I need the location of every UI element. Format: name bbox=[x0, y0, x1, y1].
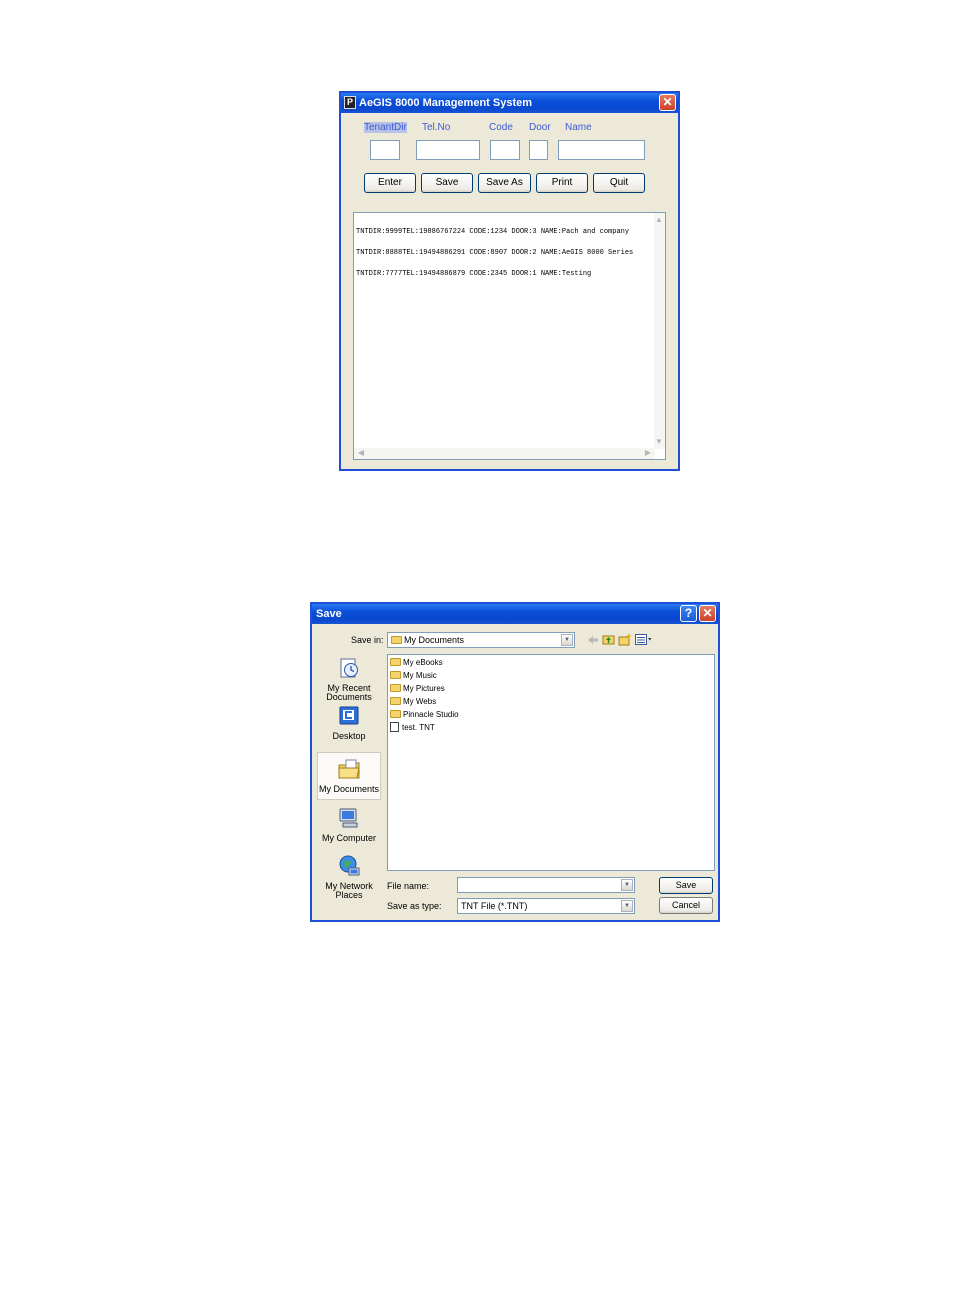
places-item-my-documents[interactable]: My Documents bbox=[317, 752, 381, 800]
save-as-type-label: Save as type: bbox=[387, 901, 442, 911]
tenant-dir-input[interactable] bbox=[370, 140, 400, 160]
list-item-label: My Webs bbox=[403, 697, 437, 706]
door-input[interactable] bbox=[529, 140, 548, 160]
list-item[interactable]: My Webs bbox=[390, 696, 436, 708]
name-label: Name bbox=[565, 122, 592, 133]
chevron-down-icon[interactable]: ▼ bbox=[561, 634, 573, 646]
back-arrow-icon[interactable] bbox=[587, 634, 599, 646]
main-window-title: AeGIS 8000 Management System bbox=[359, 97, 533, 109]
places-label: Desktop bbox=[332, 731, 366, 741]
scroll-up-icon[interactable]: ▲ bbox=[654, 215, 664, 225]
save-as-type-value: TNT File (*.TNT) bbox=[461, 901, 528, 911]
list-item[interactable]: My Pictures bbox=[390, 683, 445, 695]
file-list[interactable]: My eBooks My Music My Pictures My Webs P… bbox=[387, 654, 715, 871]
scroll-left-icon[interactable]: ◀ bbox=[356, 448, 366, 458]
dialog-cancel-button[interactable]: Cancel bbox=[659, 897, 713, 914]
code-label: Code bbox=[489, 122, 513, 133]
places-item-desktop[interactable]: Desktop bbox=[317, 704, 381, 741]
chevron-down-icon[interactable]: ▼ bbox=[621, 879, 633, 891]
save-in-dropdown[interactable]: My Documents ▼ bbox=[387, 632, 575, 648]
places-item-recent-documents[interactable]: My Recent Documents bbox=[317, 656, 381, 702]
name-input[interactable] bbox=[558, 140, 645, 160]
folder-icon bbox=[390, 710, 401, 718]
vertical-scrollbar[interactable]: ▲ ▼ bbox=[654, 213, 665, 449]
main-window: P AeGIS 8000 Management System ✕ TenantD… bbox=[339, 91, 680, 471]
music-folder-icon bbox=[390, 671, 401, 679]
places-label: Places bbox=[335, 890, 363, 900]
list-item-label: test. TNT bbox=[402, 723, 435, 732]
record-line: TNTDIR:9999TEL:19886767224 CODE:1234 DOO… bbox=[356, 228, 630, 236]
network-places-icon bbox=[339, 855, 360, 876]
save-as-button[interactable]: Save As bbox=[478, 173, 531, 193]
places-bar: My Recent Documents Desktop My Documents bbox=[317, 652, 383, 904]
chevron-down-icon[interactable]: ▼ bbox=[621, 900, 633, 912]
record-line: TNTDIR:8888TEL:19494886291 CODE:8907 DOO… bbox=[356, 249, 634, 257]
list-item[interactable]: My Music bbox=[390, 670, 437, 682]
record-line: TNTDIR:7777TEL:19494886879 CODE:2345 DOO… bbox=[356, 270, 592, 278]
pictures-folder-icon bbox=[390, 684, 401, 692]
enter-button[interactable]: Enter bbox=[364, 173, 416, 193]
tel-no-label: Tel.No bbox=[422, 122, 451, 133]
list-item-label: My Music bbox=[403, 671, 437, 680]
my-documents-icon bbox=[338, 759, 360, 779]
places-label: My Documents bbox=[318, 784, 380, 794]
my-computer-icon bbox=[339, 808, 358, 828]
file-name-input[interactable]: ▼ bbox=[457, 877, 635, 893]
places-item-network-places[interactable]: My Network Places bbox=[317, 854, 381, 900]
views-menu-icon[interactable] bbox=[635, 634, 652, 645]
scroll-down-icon[interactable]: ▼ bbox=[654, 437, 664, 447]
save-in-label: Save in: bbox=[351, 635, 384, 645]
tenant-dir-label: TenantDir bbox=[364, 122, 407, 133]
close-icon[interactable]: ✕ bbox=[699, 605, 716, 622]
save-in-value: My Documents bbox=[404, 635, 465, 645]
records-text: TNTDIR:9999TEL:19886767224 CODE:1234 DOO… bbox=[356, 215, 633, 292]
save-as-type-dropdown[interactable]: TNT File (*.TNT) ▼ bbox=[457, 898, 635, 914]
help-icon[interactable]: ? bbox=[680, 605, 697, 622]
dialog-save-button[interactable]: Save bbox=[659, 877, 713, 894]
recent-documents-icon bbox=[340, 658, 358, 678]
records-textarea[interactable]: TNTDIR:9999TEL:19886767224 CODE:1234 DOO… bbox=[353, 212, 666, 460]
save-button[interactable]: Save bbox=[421, 173, 473, 193]
desktop-icon bbox=[339, 706, 359, 725]
list-item[interactable]: My eBooks bbox=[390, 657, 443, 669]
scroll-right-icon[interactable]: ▶ bbox=[643, 448, 653, 458]
places-label: Documents bbox=[326, 692, 372, 702]
save-dialog-title: Save bbox=[316, 608, 342, 620]
app-icon: P bbox=[344, 96, 356, 109]
code-input[interactable] bbox=[490, 140, 520, 160]
folder-icon bbox=[390, 658, 401, 666]
tel-no-input[interactable] bbox=[416, 140, 480, 160]
file-icon bbox=[390, 722, 399, 732]
up-folder-icon[interactable] bbox=[602, 633, 615, 646]
list-item-label: My Pictures bbox=[403, 684, 445, 693]
list-item-label: My eBooks bbox=[403, 658, 443, 667]
new-folder-icon[interactable] bbox=[618, 633, 632, 646]
quit-button[interactable]: Quit bbox=[593, 173, 645, 193]
list-item[interactable]: Pinnacle Studio bbox=[390, 709, 459, 721]
close-icon[interactable]: ✕ bbox=[659, 94, 676, 111]
list-item-label: Pinnacle Studio bbox=[403, 710, 459, 719]
save-dialog-title-bar[interactable]: Save ? ✕ bbox=[312, 604, 718, 624]
file-name-label: File name: bbox=[387, 881, 430, 891]
main-title-bar[interactable]: P AeGIS 8000 Management System ✕ bbox=[341, 93, 678, 113]
print-button[interactable]: Print bbox=[536, 173, 588, 193]
folder-icon bbox=[390, 697, 401, 705]
folder-icon bbox=[391, 636, 402, 644]
save-dialog: Save ? ✕ Save in: My Documents ▼ My Rece… bbox=[310, 602, 720, 922]
door-label: Door bbox=[529, 122, 551, 133]
list-item[interactable]: test. TNT bbox=[390, 722, 435, 734]
horizontal-scrollbar[interactable]: ◀ ▶ bbox=[354, 448, 655, 459]
places-label: My Computer bbox=[321, 833, 376, 843]
places-item-my-computer[interactable]: My Computer bbox=[317, 806, 381, 843]
